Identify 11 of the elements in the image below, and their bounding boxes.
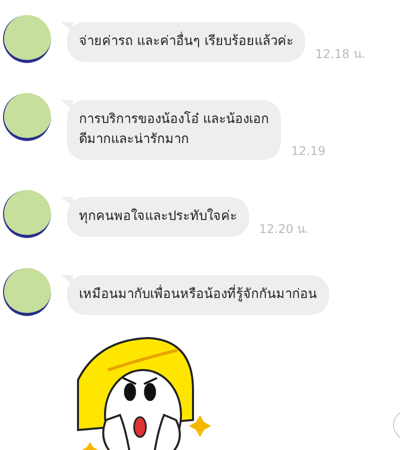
avatar xyxy=(3,93,51,141)
message-bubble: เหมือนมากับเพื่อนหรือน้องที่รู้จักกันมาก่อน xyxy=(67,275,329,315)
message-time: 12.18 น. xyxy=(315,46,366,63)
message-bubble: การบริการของน้องโอ๋ และน้องเอก ดีมากและน่ารักมาก xyxy=(67,100,282,160)
message-bubble: ทุกคนพอใจและประทับใจค่ะ xyxy=(67,197,249,237)
message-bubble: จ่ายค่ารถ และค่าอื่นๆ เรียบร้อยแล้วค่ะ xyxy=(67,22,306,62)
message-time: 12.20 น. xyxy=(259,221,309,238)
avatar xyxy=(3,15,51,63)
avatar xyxy=(3,268,51,316)
message-time: 12.19 xyxy=(291,143,326,160)
avatar xyxy=(3,190,51,238)
